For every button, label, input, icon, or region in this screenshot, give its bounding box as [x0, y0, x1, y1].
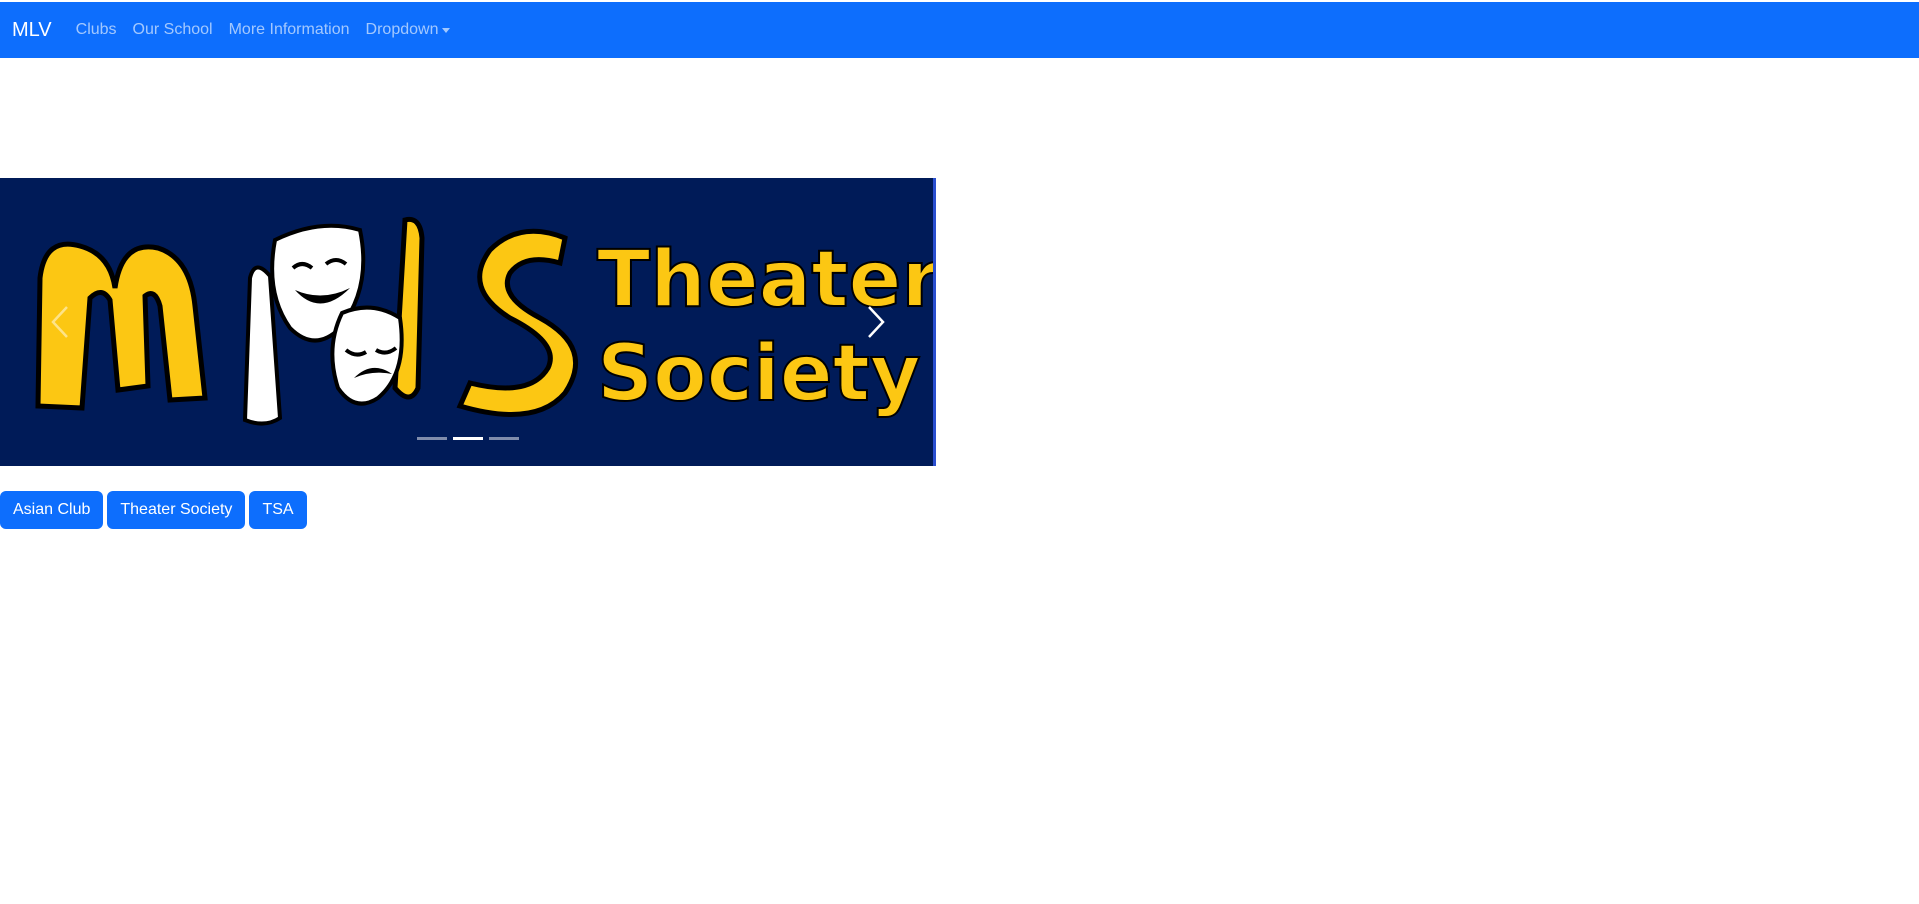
image-carousel: Theater Society: [0, 178, 936, 466]
nav-link-more-information[interactable]: More Information: [229, 21, 350, 39]
tsa-button[interactable]: TSA: [249, 491, 307, 529]
nav-link-our-school[interactable]: Our School: [133, 21, 213, 39]
carousel-indicators: [417, 437, 519, 440]
chevron-right-icon: [868, 306, 885, 338]
carousel-indicator-1[interactable]: [417, 437, 447, 440]
carousel-prev-button[interactable]: [40, 300, 80, 344]
theater-society-banner: Theater Society: [35, 216, 933, 426]
asian-club-button[interactable]: Asian Club: [0, 491, 104, 529]
carousel-indicator-3[interactable]: [489, 437, 519, 440]
nav-link-clubs[interactable]: Clubs: [76, 21, 117, 39]
brand-link[interactable]: MLV: [12, 2, 52, 58]
logo-letter-s: [456, 228, 579, 417]
club-button-group: Asian Club Theater Society TSA: [0, 491, 307, 529]
nav-dropdown-toggle[interactable]: Dropdown: [366, 21, 451, 39]
top-navbar: MLV Clubs Our School More Information Dr…: [0, 2, 1919, 58]
chevron-left-icon: [51, 306, 68, 338]
carousel-indicator-2[interactable]: [453, 437, 483, 440]
caret-down-icon: [442, 27, 451, 33]
tragedy-mask-icon: [330, 305, 404, 406]
dropdown-label: Dropdown: [365, 21, 439, 38]
carousel-next-button[interactable]: [856, 300, 896, 344]
theater-society-button[interactable]: Theater Society: [107, 491, 246, 529]
